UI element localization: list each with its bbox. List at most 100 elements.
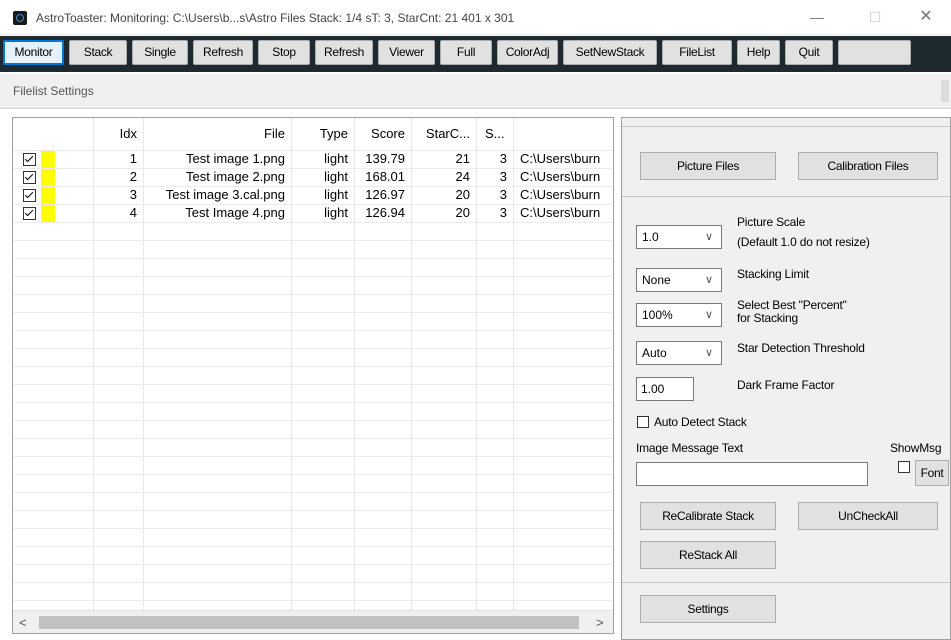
quit-button[interactable]: Quit <box>785 40 833 65</box>
cell-file: Test image 1.png <box>185 151 285 166</box>
header-type[interactable]: Type <box>293 126 348 146</box>
maximize-button[interactable]: ☐ <box>852 0 898 34</box>
cell-path: C:\Users\burn <box>520 151 601 166</box>
single-button[interactable]: Single <box>132 40 188 65</box>
monitor-button[interactable]: Monitor <box>3 40 64 65</box>
header-path[interactable] <box>515 126 610 146</box>
close-button[interactable]: ✕ <box>903 0 949 34</box>
row-divider <box>13 564 613 565</box>
blank-button[interactable] <box>838 40 911 65</box>
header-file[interactable]: File <box>145 126 285 146</box>
picture-scale-dropdown[interactable]: 1.0 ∨ <box>636 225 722 249</box>
row-divider <box>13 330 613 331</box>
horizontal-scrollbar[interactable]: < > <box>13 610 613 633</box>
cell-s: 3 <box>499 169 507 184</box>
star-threshold-value: Auto <box>642 346 667 360</box>
showmsg-label: ShowMsg <box>890 441 942 455</box>
scroll-right-arrow-icon[interactable]: > <box>596 615 604 630</box>
scroll-left-arrow-icon[interactable]: < <box>19 615 27 630</box>
star-threshold-dropdown[interactable]: Auto ∨ <box>636 341 722 365</box>
filelist-settings-label[interactable]: Filelist Settings <box>13 84 94 98</box>
header-s[interactable]: S... <box>478 126 509 146</box>
settings-scrollbar[interactable] <box>941 80 949 102</box>
cell-s: 3 <box>499 187 507 202</box>
row-divider <box>13 276 613 277</box>
stacking-limit-dropdown[interactable]: None ∨ <box>636 268 722 292</box>
image-message-input[interactable] <box>636 462 868 486</box>
row-checkbox[interactable] <box>23 189 36 202</box>
column-divider <box>93 118 94 610</box>
row-color-flag <box>41 205 55 222</box>
row-checkbox[interactable] <box>23 207 36 220</box>
stop-button[interactable]: Stop <box>258 40 310 65</box>
row-checkbox[interactable] <box>23 171 36 184</box>
auto-detect-checkbox[interactable] <box>637 416 649 428</box>
cell-starcount: 20 <box>455 205 470 220</box>
row-color-flag <box>41 169 55 186</box>
cell-type: light <box>324 151 348 166</box>
panel-divider <box>622 582 950 583</box>
header-score[interactable]: Score <box>356 126 405 146</box>
row-divider <box>13 438 613 439</box>
full-button[interactable]: Full <box>440 40 492 65</box>
row-divider <box>13 600 613 601</box>
settings-button[interactable]: Settings <box>640 595 776 623</box>
setnewstack-button[interactable]: SetNewStack <box>563 40 657 65</box>
stack-button[interactable]: Stack <box>69 40 127 65</box>
auto-detect-label[interactable]: Auto Detect Stack <box>654 416 747 429</box>
row-divider <box>13 582 613 583</box>
chevron-down-icon: ∨ <box>704 231 713 243</box>
column-divider <box>513 118 514 610</box>
uncheck-all-button[interactable]: UnCheckAll <box>798 502 938 530</box>
column-divider <box>354 118 355 610</box>
column-divider <box>411 118 412 610</box>
best-percent-dropdown[interactable]: 100% ∨ <box>636 303 722 327</box>
refresh-button-2[interactable]: Refresh <box>315 40 373 65</box>
dark-frame-factor-label: Dark Frame Factor <box>737 378 835 392</box>
cell-type: light <box>324 169 348 184</box>
row-divider <box>13 474 613 475</box>
refresh-button[interactable]: Refresh <box>193 40 253 65</box>
cell-path: C:\Users\burn <box>520 205 601 220</box>
minimize-button[interactable]: — <box>794 0 840 34</box>
row-checkbox[interactable] <box>23 153 36 166</box>
cell-file: Test Image 4.png <box>185 205 285 220</box>
cell-type: light <box>324 205 348 220</box>
scrollbar-thumb[interactable] <box>39 616 579 629</box>
showmsg-checkbox[interactable] <box>898 461 910 473</box>
row-divider <box>13 294 613 295</box>
chevron-down-icon: ∨ <box>704 309 713 321</box>
recalibrate-stack-button[interactable]: ReCalibrate Stack <box>640 502 776 530</box>
cell-file: Test image 2.png <box>185 169 285 184</box>
header-starcount[interactable]: StarC... <box>413 126 470 146</box>
help-button[interactable]: Help <box>737 40 780 65</box>
cell-score: 139.79 <box>365 151 405 166</box>
header-idx[interactable]: Idx <box>95 126 137 146</box>
filelist-settings-bar: Filelist Settings <box>0 74 951 109</box>
viewer-button[interactable]: Viewer <box>378 40 435 65</box>
picture-files-button[interactable]: Picture Files <box>640 152 776 180</box>
title-bar: AstroToaster: Monitoring: C:\Users\b...s… <box>0 0 951 35</box>
cell-starcount: 24 <box>455 169 470 184</box>
cell-type: light <box>324 187 348 202</box>
cell-s: 3 <box>499 151 507 166</box>
calibration-files-button[interactable]: Calibration Files <box>798 152 938 180</box>
column-divider <box>476 118 477 610</box>
filelist-button[interactable]: FileList <box>662 40 732 65</box>
dark-frame-factor-input[interactable]: 1.00 <box>636 377 694 401</box>
cell-path: C:\Users\burn <box>520 187 601 202</box>
font-button[interactable]: Font <box>915 460 949 486</box>
row-divider <box>13 510 613 511</box>
column-divider <box>291 118 292 610</box>
star-threshold-label: Star Detection Threshold <box>737 341 865 355</box>
file-grid[interactable]: Idx File Type Score StarC... S... 1 Test… <box>12 117 614 634</box>
row-divider <box>13 348 613 349</box>
restack-all-button[interactable]: ReStack All <box>640 541 776 569</box>
settings-panel: Picture Files Calibration Files 1.0 ∨ Pi… <box>621 117 951 640</box>
cell-idx: 1 <box>129 151 137 166</box>
picture-scale-value: 1.0 <box>642 230 659 244</box>
row-divider <box>13 240 613 241</box>
cell-score: 168.01 <box>365 169 405 184</box>
stacking-limit-value: None <box>642 273 671 287</box>
coloradj-button[interactable]: ColorAdj <box>497 40 558 65</box>
